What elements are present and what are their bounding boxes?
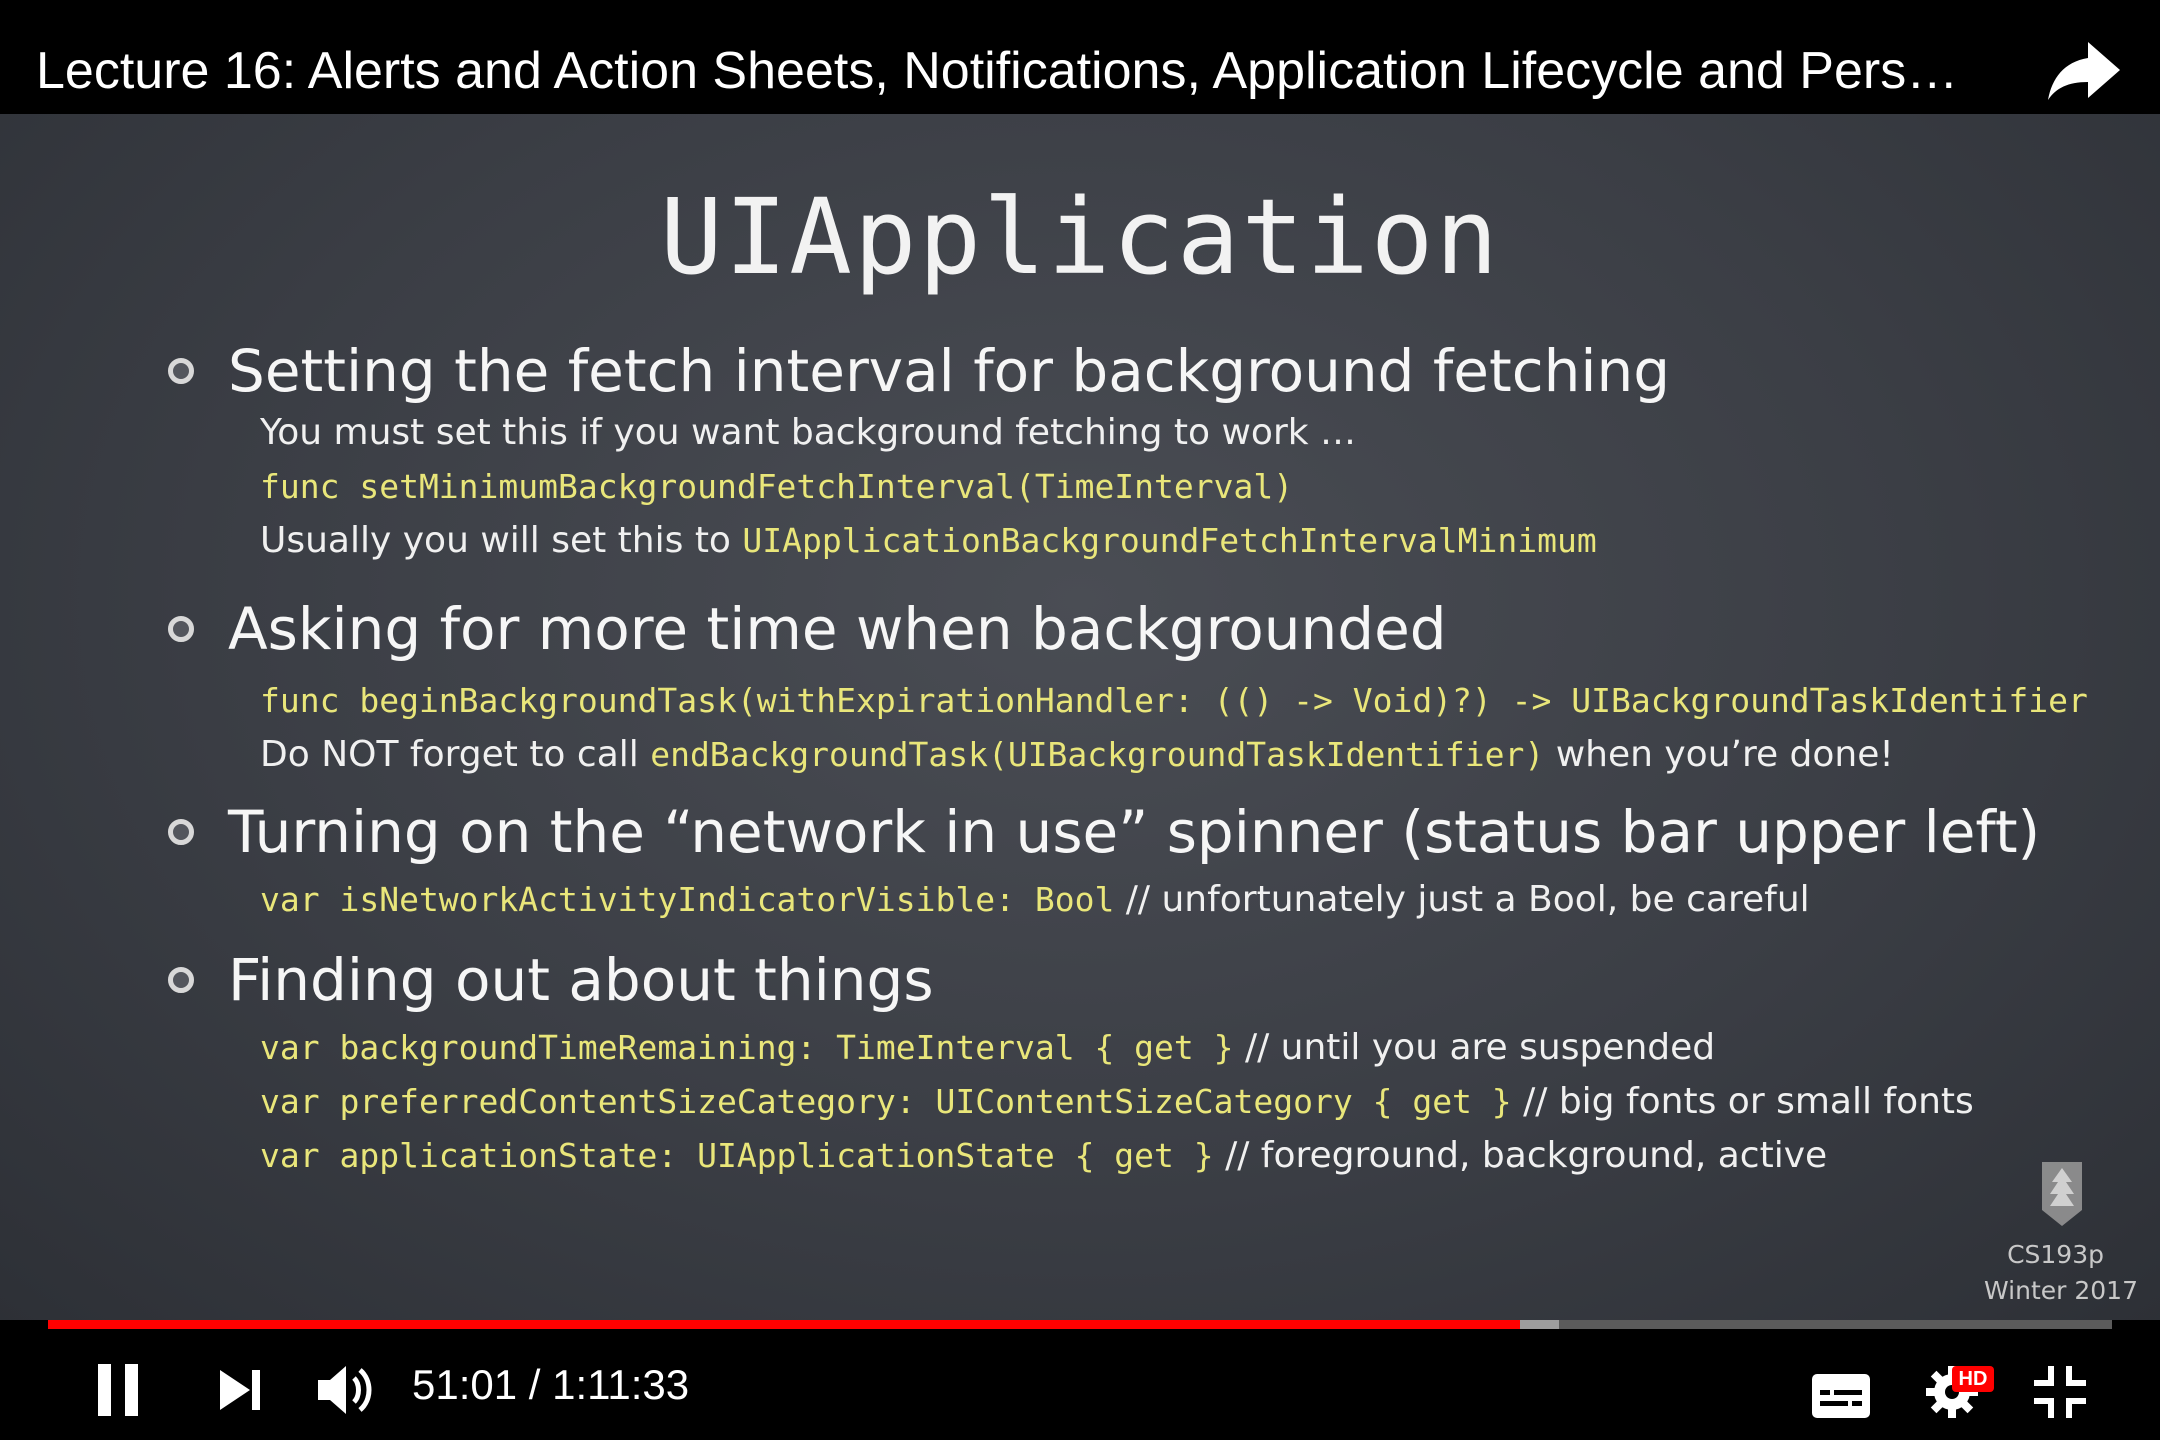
bullet-heading: Turning on the “network in use” spinner … [228, 798, 2041, 866]
bullet-heading: Asking for more time when backgrounded [228, 595, 1447, 663]
video-frame[interactable]: UIApplication Setting the fetch interval… [0, 114, 2160, 1328]
bullet-fetch-interval: Setting the fetch interval for backgroun… [168, 336, 1671, 568]
subtitles-button[interactable] [1812, 1374, 1870, 1422]
stanford-logo-icon [2042, 1162, 2082, 1226]
line-text: // unfortunately just a Bool, be careful [1114, 879, 1810, 920]
video-player[interactable]: Lecture 16: Alerts and Action Sheets, No… [0, 0, 2160, 1440]
hd-badge: HD [1952, 1366, 1994, 1392]
time-display: 51:01 / 1:11:33 [412, 1360, 689, 1410]
share-button[interactable] [2044, 36, 2124, 106]
line-text: // until you are suspended [1233, 1027, 1716, 1068]
line-code: var backgroundTimeRemaining: TimeInterva… [260, 1028, 1234, 1067]
bullet-line: Do NOT forget to call endBackgroundTask(… [260, 728, 2088, 782]
pause-icon [98, 1364, 138, 1416]
bullet-dot-icon [168, 358, 194, 384]
player-controls: 51:01 / 1:11:33 HD [0, 1320, 2160, 1440]
term-label: Winter 2017 [1984, 1276, 2138, 1305]
volume-icon [318, 1366, 372, 1414]
next-button[interactable] [218, 1368, 264, 1416]
bullet-dot-icon [168, 819, 194, 845]
line-code: var isNetworkActivityIndicatorVisible: B… [260, 880, 1115, 919]
volume-button[interactable] [316, 1360, 376, 1424]
line-code: func beginBackgroundTask(withExpirationH… [260, 681, 2088, 720]
line-code: func setMinimumBackgroundFetchInterval(T… [260, 467, 1294, 506]
subtitles-icon [1812, 1374, 1870, 1418]
skip-next-icon [220, 1370, 260, 1410]
bullet-background-time: Asking for more time when backgrounded f… [168, 594, 2088, 782]
current-time: 51:01 [412, 1361, 518, 1408]
bullet-line: func setMinimumBackgroundFetchInterval(T… [260, 460, 1670, 514]
line-code: UIApplicationBackgroundFetchIntervalMini… [742, 521, 1597, 560]
pause-button[interactable] [96, 1364, 140, 1420]
exit-fullscreen-button[interactable] [2034, 1366, 2086, 1422]
share-arrow-icon [2048, 42, 2120, 100]
line-text: // big fonts or small fonts [1511, 1081, 1974, 1122]
progress-bar[interactable] [48, 1320, 2112, 1329]
bullet-dot-icon [168, 616, 194, 642]
line-code: endBackgroundTask(UIBackgroundTaskIdenti… [650, 735, 1545, 774]
course-label: CS193p [2007, 1240, 2104, 1269]
time-separator: / [517, 1361, 553, 1408]
bullet-network-spinner: Turning on the “network in use” spinner … [168, 797, 2041, 927]
line-text: // foreground, background, active [1213, 1135, 1828, 1176]
video-title[interactable]: Lecture 16: Alerts and Action Sheets, No… [36, 40, 2016, 102]
line-text: Usually you will set this to [260, 520, 743, 561]
line-code: var preferredContentSizeCategory: UICont… [260, 1082, 1512, 1121]
bullet-dot-icon [168, 967, 194, 993]
title-bar: Lecture 16: Alerts and Action Sheets, No… [0, 0, 2160, 114]
bullet-line: func beginBackgroundTask(withExpirationH… [260, 674, 2088, 728]
bullet-line: var preferredContentSizeCategory: UICont… [260, 1075, 1974, 1129]
bullet-heading: Finding out about things [228, 946, 934, 1014]
bullet-line: Usually you will set this to UIApplicati… [260, 514, 1670, 568]
line-text: when you’re done! [1544, 734, 1894, 775]
bullet-line: You must set this if you want background… [260, 406, 1670, 460]
line-text: Do NOT forget to call [260, 734, 651, 775]
bullet-finding-out: Finding out about things var backgroundT… [168, 945, 1974, 1183]
bullet-line: var backgroundTimeRemaining: TimeInterva… [260, 1021, 1974, 1075]
line-text: You must set this if you want background… [260, 412, 1357, 453]
slide-title: UIApplication [660, 176, 1500, 298]
line-code: var applicationState: UIApplicationState… [260, 1136, 1214, 1175]
bullet-line: var isNetworkActivityIndicatorVisible: B… [260, 873, 2040, 927]
progress-played [48, 1320, 1520, 1329]
exit-fullscreen-icon [2034, 1366, 2086, 1418]
bullet-line: var applicationState: UIApplicationState… [260, 1129, 1974, 1183]
bullet-heading: Setting the fetch interval for backgroun… [228, 337, 1671, 405]
duration: 1:11:33 [552, 1361, 690, 1408]
